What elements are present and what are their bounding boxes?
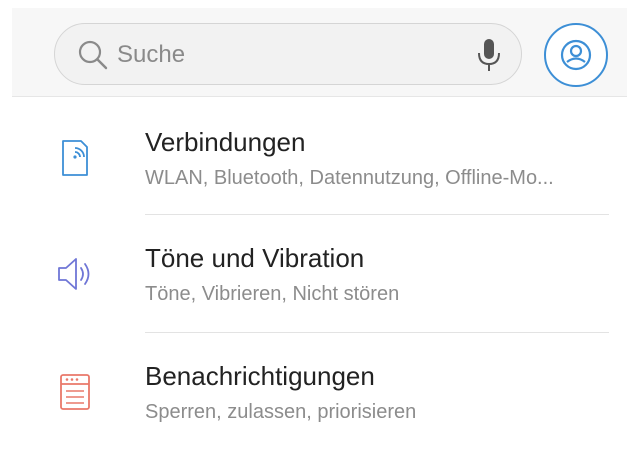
settings-item-notifications[interactable]: Benachrichtigungen Sperren, zulassen, pr… — [12, 333, 627, 450]
microphone-icon[interactable] — [475, 37, 503, 73]
item-title: Benachrichtigungen — [145, 361, 375, 391]
item-subtitle: WLAN, Bluetooth, Datennutzung, Offline-M… — [145, 167, 554, 189]
speaker-icon — [58, 258, 90, 290]
item-subtitle: Töne, Vibrieren, Nicht stören — [145, 283, 400, 305]
settings-header: Suche — [12, 8, 627, 97]
connections-icon — [62, 140, 88, 176]
search-bar[interactable]: Suche — [54, 23, 522, 85]
search-icon — [78, 40, 108, 70]
item-title: Töne und Vibration — [145, 243, 365, 273]
notifications-icon — [60, 374, 90, 410]
account-icon — [560, 39, 592, 71]
account-button[interactable] — [544, 23, 608, 87]
settings-list: Verbindungen WLAN, Bluetooth, Datennutzu… — [12, 97, 627, 450]
settings-item-connections[interactable]: Verbindungen WLAN, Bluetooth, Datennutzu… — [12, 97, 627, 215]
settings-item-sounds[interactable]: Töne und Vibration Töne, Vibrieren, Nich… — [12, 215, 627, 333]
search-placeholder[interactable]: Suche — [117, 41, 185, 69]
item-title: Verbindungen — [145, 127, 306, 157]
item-subtitle: Sperren, zulassen, priorisieren — [145, 401, 417, 423]
